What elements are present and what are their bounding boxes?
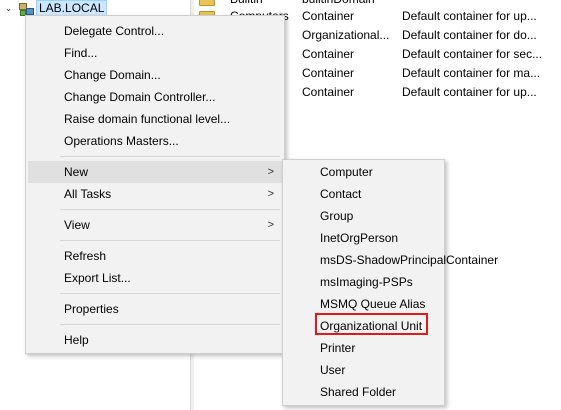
menu-item-refresh[interactable]: Refresh	[28, 245, 282, 267]
submenu-arrow-icon: >	[267, 188, 274, 200]
menu-item-raise-functional-level[interactable]: Raise domain functional level...	[28, 108, 282, 130]
submenu-item-label: Shared Folder	[320, 385, 397, 399]
folder-icon	[199, 0, 215, 6]
menu-item-label: Operations Masters...	[64, 134, 179, 148]
new-submenu: Computer Contact Group InetOrgPerson msD…	[282, 159, 498, 406]
menu-item-properties[interactable]: Properties	[28, 298, 282, 320]
menu-item-delegate-control[interactable]: Delegate Control...	[28, 20, 282, 42]
menu-item-label: Find...	[64, 46, 98, 60]
list-item-description: Default container for up...	[402, 9, 537, 23]
submenu-item-label: InetOrgPerson	[320, 231, 399, 245]
menu-item-label: Change Domain Controller...	[64, 90, 216, 104]
list-item-type: Container	[302, 66, 355, 80]
submenu-item-msimaging-psps[interactable]: msImaging-PSPs	[285, 271, 442, 293]
menu-separator	[60, 156, 280, 157]
menu-separator	[60, 209, 280, 210]
menu-item-label: Raise domain functional level...	[64, 112, 231, 126]
menu-item-label: Change Domain...	[64, 68, 161, 82]
submenu-item-computer[interactable]: Computer	[285, 161, 442, 183]
menu-item-view[interactable]: View >	[28, 214, 282, 236]
context-menu: Delegate Control... Find... Change Domai…	[25, 15, 285, 354]
list-item-type: Organizational...	[302, 28, 390, 42]
submenu-item-contact[interactable]: Contact	[285, 183, 442, 205]
menu-item-label: New	[64, 165, 89, 179]
submenu-item-label: Organizational Unit	[320, 319, 423, 333]
submenu-item-label: Computer	[320, 165, 373, 179]
submenu-item-label: Contact	[320, 187, 362, 201]
list-item-type: Container	[302, 9, 355, 23]
submenu-item-printer[interactable]: Printer	[285, 337, 442, 359]
menu-item-label: Properties	[64, 302, 119, 316]
domain-icon	[18, 2, 34, 16]
submenu-item-label: Group	[320, 209, 354, 223]
menu-item-change-domain[interactable]: Change Domain...	[28, 64, 282, 86]
list-item-type: Container	[302, 47, 355, 61]
submenu-item-shadow-principal-container[interactable]: msDS-ShadowPrincipalContainer	[285, 249, 498, 271]
menu-separator	[60, 324, 280, 325]
list-item-description: Default container for ma...	[402, 66, 541, 80]
submenu-item-shared-folder[interactable]: Shared Folder	[285, 381, 442, 403]
list-item-description: Default container for do...	[402, 28, 537, 42]
submenu-arrow-icon: >	[267, 166, 274, 178]
menu-item-label: Refresh	[64, 249, 107, 263]
submenu-item-group[interactable]: Group	[285, 205, 442, 227]
submenu-item-user[interactable]: User	[285, 359, 442, 381]
submenu-item-label: msImaging-PSPs	[320, 275, 413, 289]
submenu-arrow-icon: >	[267, 219, 274, 231]
submenu-item-label: msDS-ShadowPrincipalContainer	[320, 253, 499, 267]
submenu-item-label: Printer	[320, 341, 356, 355]
expand-collapse-icon[interactable]: ⌄	[4, 4, 13, 13]
menu-item-new[interactable]: New >	[28, 161, 282, 183]
menu-separator	[60, 293, 280, 294]
list-item-type: Container	[302, 85, 355, 99]
submenu-item-label: MSMQ Queue Alias	[320, 297, 426, 311]
submenu-item-msmq-queue-alias[interactable]: MSMQ Queue Alias	[285, 293, 442, 315]
menu-item-help[interactable]: Help	[28, 329, 282, 351]
menu-item-change-domain-controller[interactable]: Change Domain Controller...	[28, 86, 282, 108]
list-item-description: Default container for sec...	[402, 47, 543, 61]
menu-item-label: View	[64, 218, 90, 232]
menu-item-label: Delegate Control...	[64, 24, 165, 38]
submenu-item-organizational-unit[interactable]: Organizational Unit	[285, 313, 442, 337]
menu-item-label: Help	[64, 333, 89, 347]
menu-item-find[interactable]: Find...	[28, 42, 282, 64]
menu-item-export-list[interactable]: Export List...	[28, 267, 282, 289]
list-item-description: Default container for up...	[402, 85, 537, 99]
menu-item-label: All Tasks	[64, 187, 112, 201]
menu-item-label: Export List...	[64, 271, 131, 285]
menu-item-operations-masters[interactable]: Operations Masters...	[28, 130, 282, 152]
menu-item-all-tasks[interactable]: All Tasks >	[28, 183, 282, 205]
menu-separator	[60, 240, 280, 241]
submenu-item-inetorgperson[interactable]: InetOrgPerson	[285, 227, 442, 249]
submenu-item-label: User	[320, 363, 346, 377]
